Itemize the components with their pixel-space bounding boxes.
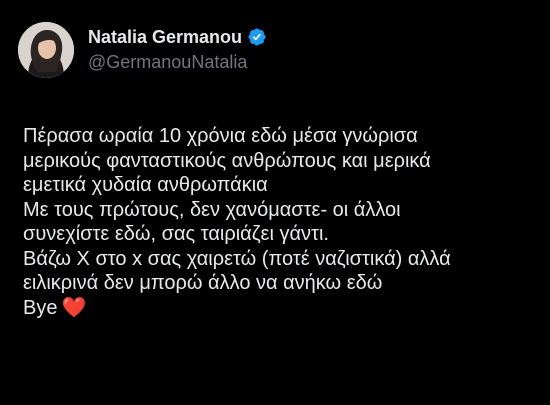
profile-avatar[interactable] (18, 22, 74, 78)
tweet-text-line: μερικούς φανταστικούς ανθρώπους και μερι… (23, 149, 431, 172)
tweet-header: Natalia Germanou @GermanouNatalia (18, 22, 267, 78)
red-heart-icon: ❤️ (61, 296, 87, 319)
author-names: Natalia Germanou @GermanouNatalia (88, 26, 267, 74)
tweet-text-line: συνεχίστε εδώ, σας ταιριάζει γάντι. (23, 223, 329, 245)
tweet-text-line-last: Bye ❤️ (23, 296, 538, 321)
tweet-card: Natalia Germanou @GermanouNatalia Πέρασα… (0, 0, 550, 405)
tweet-text: Πέρασα ωραία 10 χρόνια εδώ μέσα γνώρισα … (23, 124, 538, 320)
author-handle[interactable]: @GermanouNatalia (88, 50, 267, 74)
name-row: Natalia Germanou (88, 26, 267, 48)
tweet-text-line: Με τους πρώτους, δεν χανόμαστε- οι άλλοι (23, 198, 401, 221)
tweet-text-line: ειλικρινά δεν μπορώ άλλο να ανήκω εδώ (23, 272, 383, 294)
tweet-text-line: Πέρασα ωραία 10 χρόνια εδώ μέσα γνώρισα (23, 125, 418, 147)
tweet-text-line: Βάζω Χ στο x σας χαιρετώ (ποτέ ναζιστικά… (23, 247, 451, 270)
author-display-name[interactable]: Natalia Germanou (88, 26, 242, 48)
verified-badge-icon (247, 27, 267, 47)
avatar-image (18, 22, 74, 78)
tweet-text-line: εμετικά χυδαία ανθρωπάκια (23, 174, 268, 196)
tweet-text-bye: Bye (23, 296, 58, 319)
